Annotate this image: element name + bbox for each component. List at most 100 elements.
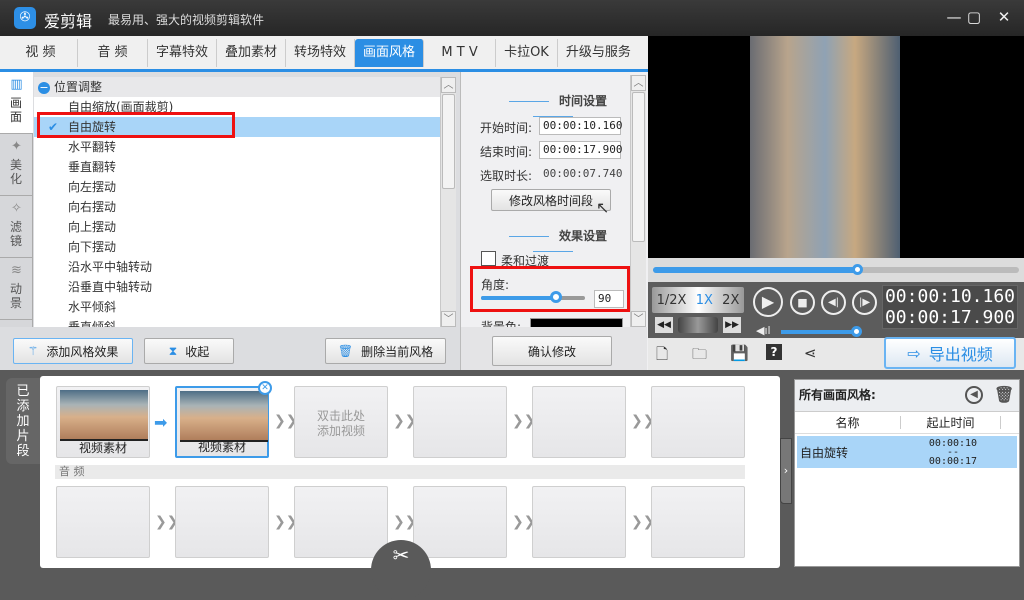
- audio-slot[interactable]: [413, 486, 507, 558]
- added-clips-tab[interactable]: 已添加片段: [6, 378, 40, 464]
- speed-1x[interactable]: 1X: [696, 293, 713, 308]
- expand-panel-icon[interactable]: ›: [780, 438, 792, 504]
- tab-mtv[interactable]: M T V: [424, 38, 497, 67]
- add-video-slot[interactable]: 双击此处 添加视频: [294, 386, 388, 458]
- add-style-button[interactable]: ⚚ 添加风格效果: [13, 338, 133, 364]
- fast-forward-icon[interactable]: ▶▶: [723, 317, 741, 333]
- save-icon[interactable]: 💾: [730, 344, 749, 362]
- tab-transitions[interactable]: 转场特效: [286, 38, 356, 67]
- clip-thumbnail: [60, 390, 148, 441]
- list-item[interactable]: 水平翻转: [34, 137, 440, 157]
- open-folder-icon[interactable]: 🗀: [692, 344, 707, 369]
- collapse-icon[interactable]: −: [38, 82, 50, 94]
- tab-subtitles[interactable]: 字幕特效: [148, 38, 218, 67]
- speed-half[interactable]: 1/2X: [657, 293, 687, 308]
- tab-overlay[interactable]: 叠加素材: [217, 38, 287, 67]
- scroll-down-icon[interactable]: ﹀: [441, 311, 456, 327]
- maximize-button[interactable]: ▢: [964, 8, 984, 26]
- waves-icon: ≋: [11, 263, 22, 278]
- side-nav-motion[interactable]: ≋ 动景: [0, 258, 33, 320]
- mouse-cursor-icon: ↖: [596, 198, 610, 217]
- list-item[interactable]: 沿垂直中轴转动: [34, 277, 440, 297]
- volume-handle[interactable]: [851, 326, 862, 337]
- trash-icon[interactable]: 🗑: [994, 380, 1014, 410]
- audio-slot[interactable]: [175, 486, 269, 558]
- list-item[interactable]: 沿水平中轴转动: [34, 257, 440, 277]
- audio-slot[interactable]: [651, 486, 745, 558]
- column-time: 起止时间: [901, 416, 1001, 430]
- current-time: 00:00:10.160: [884, 286, 1016, 307]
- tab-audio[interactable]: 音 频: [78, 38, 148, 67]
- speed-selector[interactable]: 1/2X 1X 2X: [652, 287, 744, 313]
- side-nav-label: 动景: [10, 282, 23, 310]
- prev-frame-button[interactable]: ◀|: [821, 290, 846, 315]
- list-item[interactable]: 向上摆动: [34, 217, 440, 237]
- stop-button[interactable]: ■: [790, 290, 815, 315]
- minimize-button[interactable]: —: [944, 8, 964, 26]
- settings-scrollbar[interactable]: ︿ ﹀: [630, 75, 646, 327]
- scroll-thumb[interactable]: [632, 92, 645, 242]
- export-icon: ⇨: [907, 343, 921, 363]
- list-item[interactable]: 向右摆动: [34, 197, 440, 217]
- speed-2x[interactable]: 2X: [722, 293, 739, 308]
- highlight-box: [37, 112, 235, 138]
- list-scrollbar[interactable]: ︿ ﹀: [440, 77, 456, 327]
- jog-wheel[interactable]: [678, 317, 718, 333]
- export-video-button[interactable]: ⇨ 导出视频: [884, 337, 1016, 369]
- volume-icon[interactable]: ◀ıl: [756, 324, 771, 337]
- video-clip-selected[interactable]: 视频素材: [175, 386, 269, 458]
- end-time-input[interactable]: 00:00:17.900: [539, 141, 622, 159]
- scroll-up-icon[interactable]: ︿: [631, 75, 646, 91]
- empty-slot[interactable]: [532, 386, 626, 458]
- start-time-input[interactable]: 00:00:10.160: [539, 117, 622, 135]
- button-label: 收起: [185, 344, 210, 359]
- audio-slot[interactable]: [532, 486, 626, 558]
- side-nav-filter[interactable]: ✧ 滤镜: [0, 196, 33, 258]
- confirm-button[interactable]: 确认修改: [492, 336, 612, 366]
- side-nav-beautify[interactable]: ✦ 美化: [0, 134, 33, 196]
- side-nav-screen[interactable]: ▥ 画面: [0, 72, 33, 134]
- collapse-button[interactable]: ⧗ 收起: [144, 338, 234, 364]
- scroll-up-icon[interactable]: ︿: [441, 77, 456, 93]
- tab-video[interactable]: 视 频: [4, 38, 78, 67]
- rewind-icon[interactable]: ◀◀: [655, 317, 673, 333]
- empty-slot[interactable]: [651, 386, 745, 458]
- video-clip[interactable]: 视频素材: [56, 386, 150, 458]
- magic-plus-icon: ⚚: [27, 344, 39, 358]
- list-item[interactable]: 垂直倾斜: [34, 317, 440, 327]
- playback-progress-bar[interactable]: [648, 258, 1024, 282]
- tab-karaoke[interactable]: 卡拉OK: [496, 38, 558, 67]
- list-item[interactable]: 向下摆动: [34, 237, 440, 257]
- list-item[interactable]: 水平倾斜: [34, 297, 440, 317]
- scissors-icon[interactable]: ✂: [371, 540, 431, 600]
- audio-slot[interactable]: [294, 486, 388, 558]
- new-file-icon[interactable]: 🗋: [656, 344, 668, 369]
- soft-transition-checkbox[interactable]: [481, 251, 496, 266]
- scroll-thumb[interactable]: [442, 94, 455, 189]
- back-icon[interactable]: ◀: [965, 386, 983, 404]
- remove-clip-icon[interactable]: ✕: [258, 381, 272, 395]
- list-item[interactable]: 向左摆动: [34, 177, 440, 197]
- magic-wand-icon: ✦: [11, 139, 22, 154]
- volume-slider[interactable]: [781, 326, 862, 337]
- help-icon[interactable]: ?: [766, 344, 782, 360]
- close-button[interactable]: ✕: [994, 8, 1014, 26]
- table-row[interactable]: 自由旋转 00:00:10 -- 00:00:17: [797, 436, 1017, 468]
- delete-style-button[interactable]: 🗑 删除当前风格: [325, 338, 446, 364]
- progress-handle[interactable]: [851, 264, 863, 275]
- empty-slot[interactable]: [413, 386, 507, 458]
- next-frame-button[interactable]: |▶: [852, 290, 877, 315]
- list-item[interactable]: 垂直翻转: [34, 157, 440, 177]
- play-button[interactable]: ▶: [753, 287, 783, 317]
- arrow-right-icon: ➡: [154, 413, 168, 432]
- share-icon[interactable]: ⋖: [804, 344, 817, 362]
- tab-upgrade[interactable]: 升级与服务: [558, 39, 639, 67]
- end-time-label: 结束时间:: [480, 145, 533, 159]
- modify-period-button[interactable]: 修改风格时间段: [491, 189, 611, 211]
- app-logo-icon: ✇: [14, 7, 36, 29]
- group-header-position[interactable]: − 位置调整: [34, 77, 440, 97]
- tab-styles[interactable]: 画面风格: [355, 38, 425, 67]
- table-header: 名称 起止时间: [795, 412, 1019, 434]
- audio-slot[interactable]: [56, 486, 150, 558]
- scroll-down-icon[interactable]: ﹀: [631, 311, 646, 327]
